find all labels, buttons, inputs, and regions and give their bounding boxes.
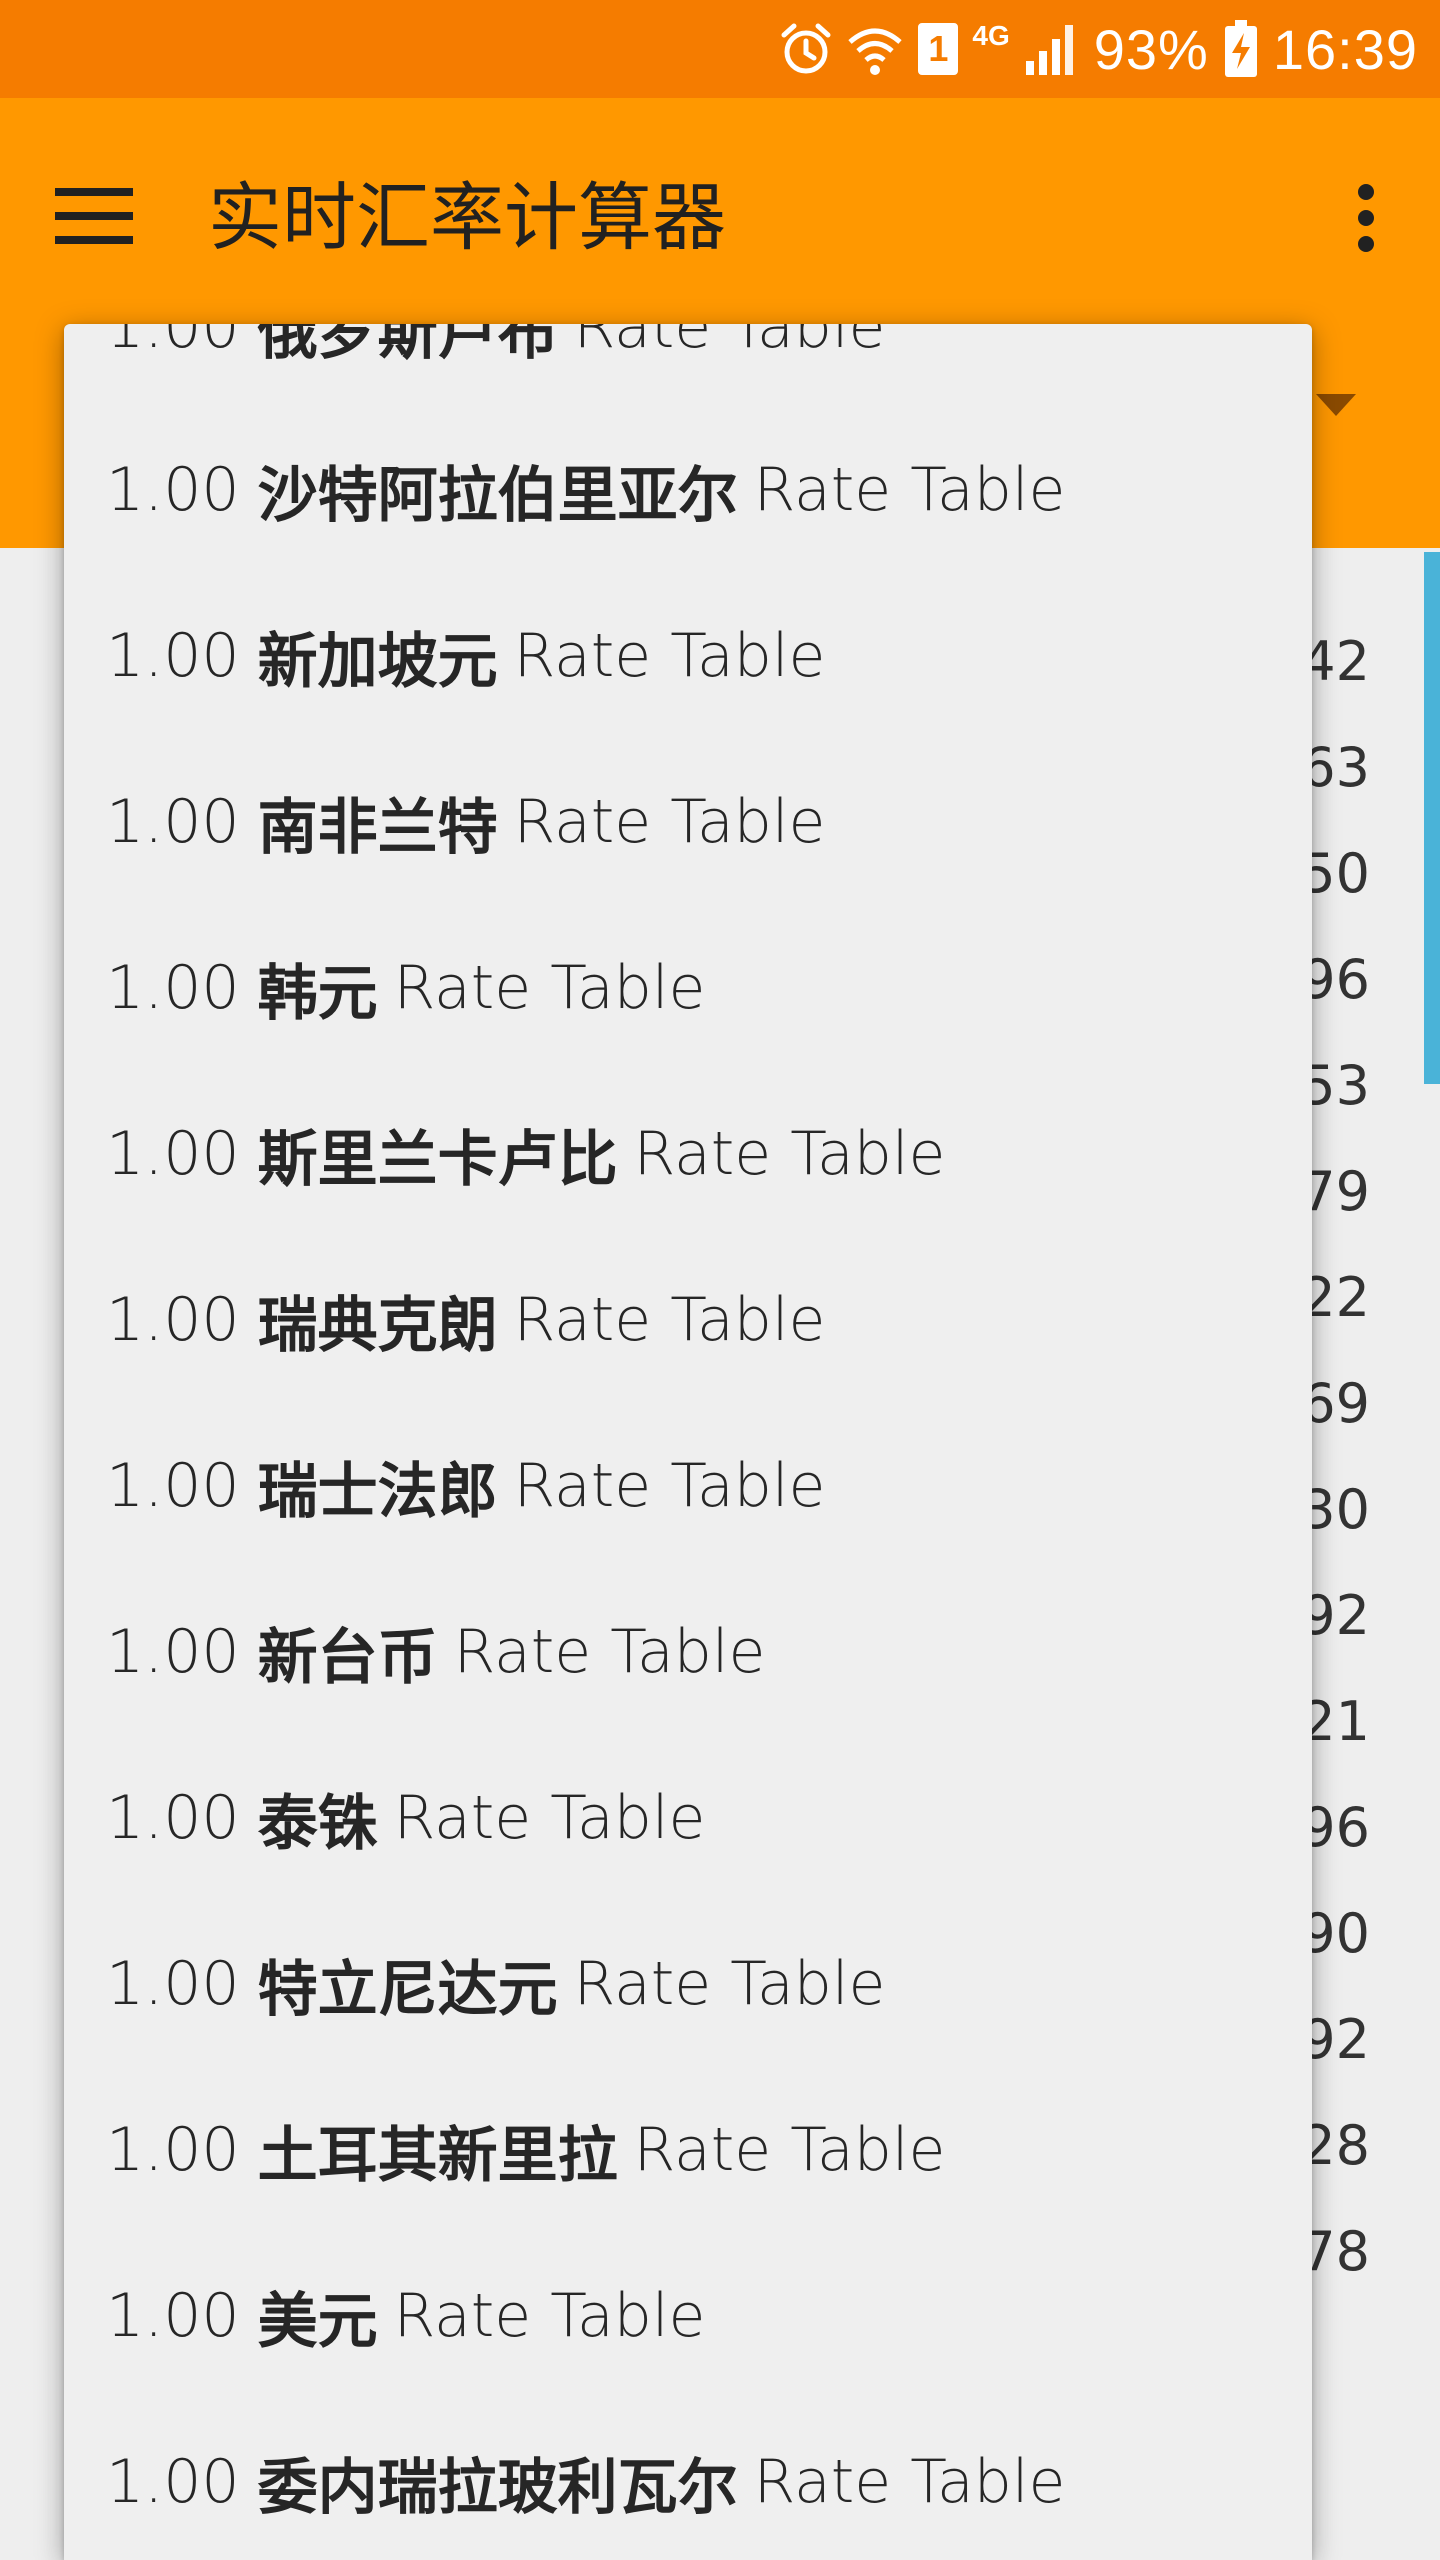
item-amount: 1.00 — [106, 2281, 240, 2351]
menu-button[interactable] — [52, 174, 136, 258]
item-currency: 斯里兰卡卢比 — [257, 1124, 618, 1195]
item-suffix: Rate Table — [453, 1617, 766, 1687]
item-suffix: Rate Table — [393, 2281, 706, 2351]
item-currency: 瑞士法郎 — [257, 1456, 498, 1527]
item-suffix: Rate Table — [753, 455, 1066, 525]
item-suffix: Rate Table — [573, 324, 886, 362]
alarm-icon — [780, 21, 832, 77]
dropdown-item[interactable]: 1.00 俄罗斯卢布 Rate Table — [106, 324, 1286, 410]
item-amount: 1.00 — [106, 621, 240, 691]
item-amount: 1.00 — [106, 1949, 240, 2019]
clock: 16:39 — [1272, 17, 1418, 81]
item-amount: 1.00 — [106, 1617, 240, 1687]
dropdown-item[interactable]: 1.00 韩元 Rate Table — [106, 905, 1286, 1071]
item-amount: 1.00 — [106, 1783, 240, 1853]
dropdown-item[interactable]: 1.00 沙特阿拉伯里亚尔 Rate Table — [106, 407, 1286, 573]
item-amount: 1.00 — [106, 1285, 240, 1355]
item-suffix: Rate Table — [393, 953, 706, 1023]
item-currency: 沙特阿拉伯里亚尔 — [257, 460, 738, 531]
item-amount: 1.00 — [106, 1451, 240, 1521]
status-icons: 1 4G 93% 16:39 — [780, 0, 1418, 98]
item-currency: 新台币 — [257, 1622, 438, 1693]
item-suffix: Rate Table — [573, 1949, 886, 2019]
status-bar: 1 4G 93% 16:39 — [0, 0, 1440, 98]
item-suffix: Rate Table — [633, 1119, 946, 1189]
dropdown-item[interactable]: 1.00 斯里兰卡卢比 Rate Table — [106, 1071, 1286, 1237]
item-suffix: Rate Table — [513, 787, 826, 857]
item-amount: 1.00 — [106, 2115, 240, 2185]
sim-icon: 1 — [918, 23, 959, 75]
item-currency: 泰铢 — [257, 1788, 378, 1859]
battery-percent: 93% — [1093, 17, 1209, 81]
item-suffix: Rate Table — [513, 1285, 826, 1355]
dropdown-item[interactable]: 1.00 瑞典克朗 Rate Table — [106, 1237, 1286, 1403]
signal-icon — [1024, 21, 1080, 77]
item-amount: 1.00 — [106, 455, 240, 525]
dropdown-item[interactable]: 1.00 新加坡元 Rate Table — [106, 573, 1286, 739]
wifi-icon — [846, 20, 904, 78]
item-suffix: Rate Table — [393, 1783, 706, 1853]
dropdown-item[interactable]: 1.00 新台币 Rate Table — [106, 1569, 1286, 1735]
spinner-dropdown-arrow-icon[interactable] — [1316, 394, 1356, 416]
list-scrollbar[interactable] — [1424, 552, 1440, 1084]
item-suffix: Rate Table — [633, 2115, 946, 2185]
item-suffix: Rate Table — [753, 2447, 1066, 2517]
dropdown-item[interactable]: 1.00 美元 Rate Table — [106, 2233, 1286, 2399]
network-type-label: 4G — [972, 20, 1010, 51]
item-amount: 1.00 — [106, 1119, 240, 1189]
currency-dropdown: 1.00 俄罗斯卢布 Rate Table 1.00 沙特阿拉伯里亚尔 Rate… — [64, 324, 1312, 2560]
item-currency: 特立尼达元 — [257, 1954, 558, 2025]
item-currency: 委内瑞拉玻利瓦尔 — [257, 2452, 738, 2523]
dropdown-item[interactable]: 1.00 委内瑞拉玻利瓦尔 Rate Table — [106, 2399, 1286, 2560]
item-currency: 土耳其新里拉 — [257, 2120, 618, 2191]
page-title: 实时汇率计算器 — [208, 175, 726, 261]
item-amount: 1.00 — [106, 953, 240, 1023]
dropdown-item[interactable]: 1.00 土耳其新里拉 Rate Table — [106, 2067, 1286, 2233]
item-suffix: Rate Table — [513, 1451, 826, 1521]
dropdown-item[interactable]: 1.00 特立尼达元 Rate Table — [106, 1901, 1286, 2067]
battery-charging-icon — [1223, 19, 1259, 79]
item-amount: 1.00 — [106, 324, 240, 362]
item-amount: 1.00 — [106, 2447, 240, 2517]
overflow-menu-icon — [1358, 184, 1374, 252]
item-currency: 南非兰特 — [257, 792, 498, 863]
overflow-menu-button[interactable] — [1324, 170, 1408, 266]
item-amount: 1.00 — [106, 787, 240, 857]
item-currency: 美元 — [257, 2286, 378, 2357]
dropdown-item[interactable]: 1.00 泰铢 Rate Table — [106, 1735, 1286, 1901]
item-currency: 瑞典克朗 — [257, 1290, 498, 1361]
item-currency: 韩元 — [257, 958, 378, 1029]
item-suffix: Rate Table — [513, 621, 826, 691]
hamburger-menu-icon — [55, 188, 133, 244]
item-currency: 俄罗斯卢布 — [257, 324, 558, 368]
dropdown-item[interactable]: 1.00 瑞士法郎 Rate Table — [106, 1403, 1286, 1569]
item-currency: 新加坡元 — [257, 626, 498, 697]
dropdown-item[interactable]: 1.00 南非兰特 Rate Table — [106, 739, 1286, 905]
